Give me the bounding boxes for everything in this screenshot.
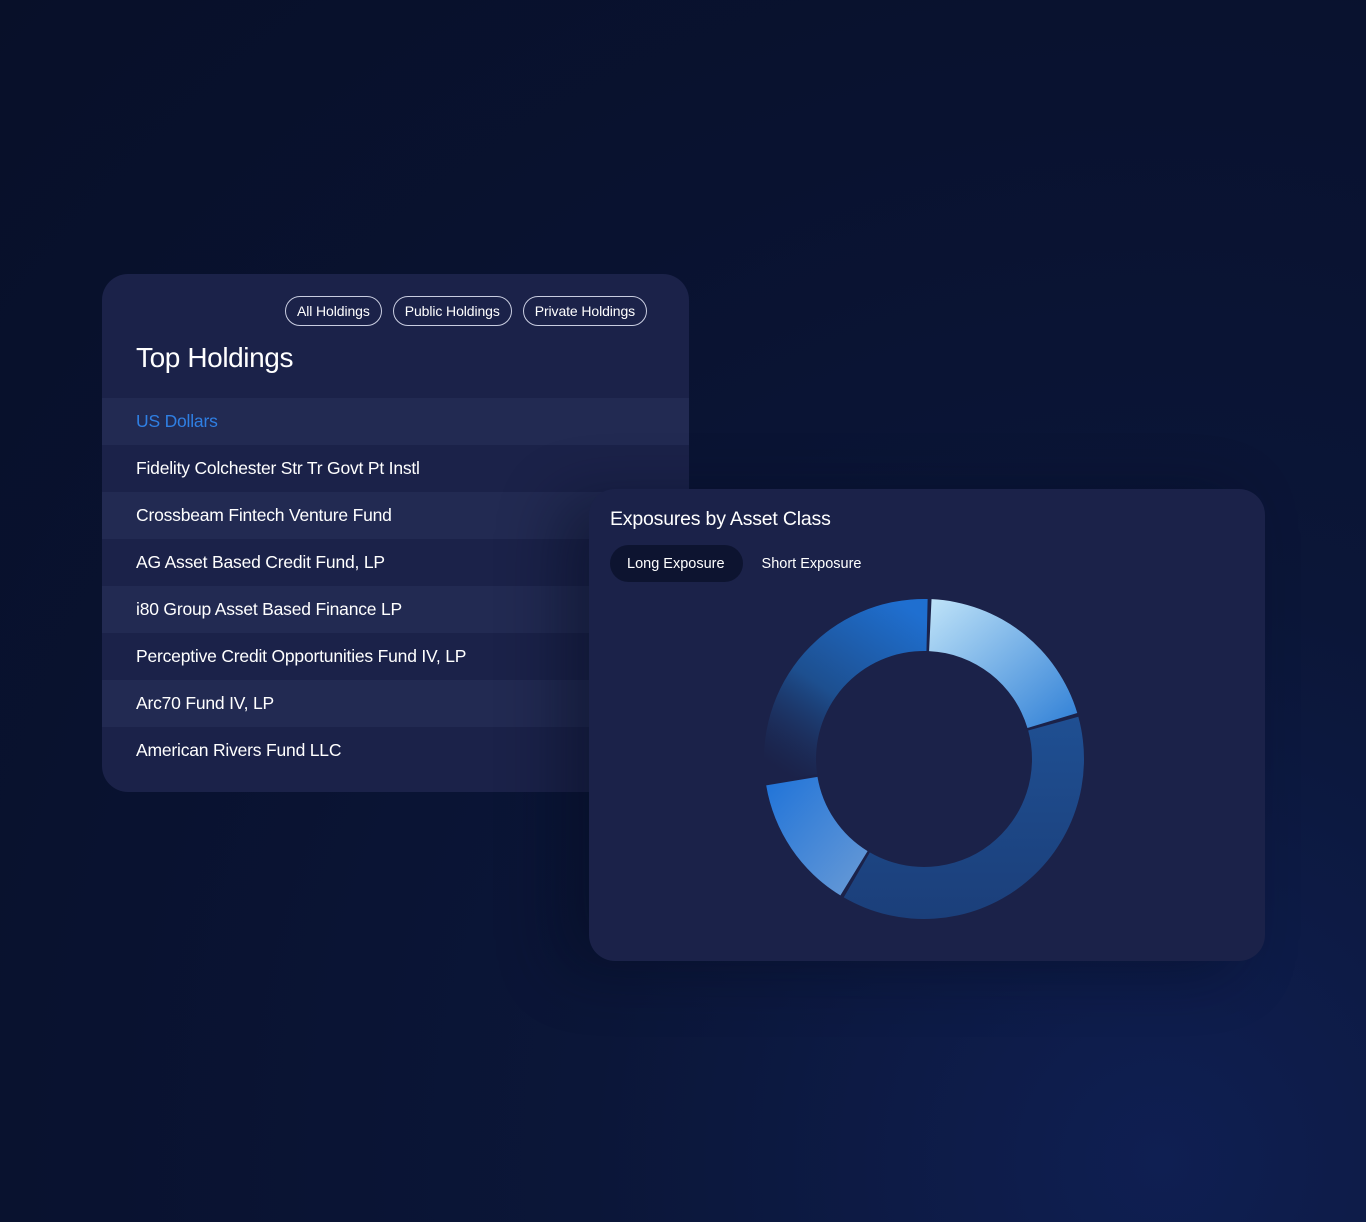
holding-row[interactable]: Fidelity Colchester Str Tr Govt Pt Instl: [102, 445, 689, 492]
currency-group-header: US Dollars: [102, 398, 689, 445]
filter-private-holdings[interactable]: Private Holdings: [522, 296, 648, 326]
tab-short-exposure[interactable]: Short Exposure: [745, 545, 880, 582]
tab-long-exposure[interactable]: Long Exposure: [610, 545, 743, 582]
filter-public-holdings[interactable]: Public Holdings: [392, 296, 512, 326]
donut-slice-1[interactable]: [929, 599, 1078, 728]
filter-all-holdings[interactable]: All Holdings: [285, 296, 382, 326]
exposures-title: Exposures by Asset Class: [610, 508, 831, 530]
donut-slice-2[interactable]: [843, 716, 1084, 919]
donut-slice-3[interactable]: [766, 776, 868, 896]
holdings-title: Top Holdings: [136, 342, 294, 373]
asset-class-donut-chart: [764, 599, 1084, 919]
holdings-filter-bar: All Holdings Public Holdings Private Hol…: [285, 296, 648, 326]
exposures-card: Exposures by Asset Class Long Exposure S…: [589, 489, 1265, 961]
exposure-tabs: Long Exposure Short Exposure: [610, 545, 880, 582]
donut-slice-4[interactable]: [764, 599, 928, 782]
